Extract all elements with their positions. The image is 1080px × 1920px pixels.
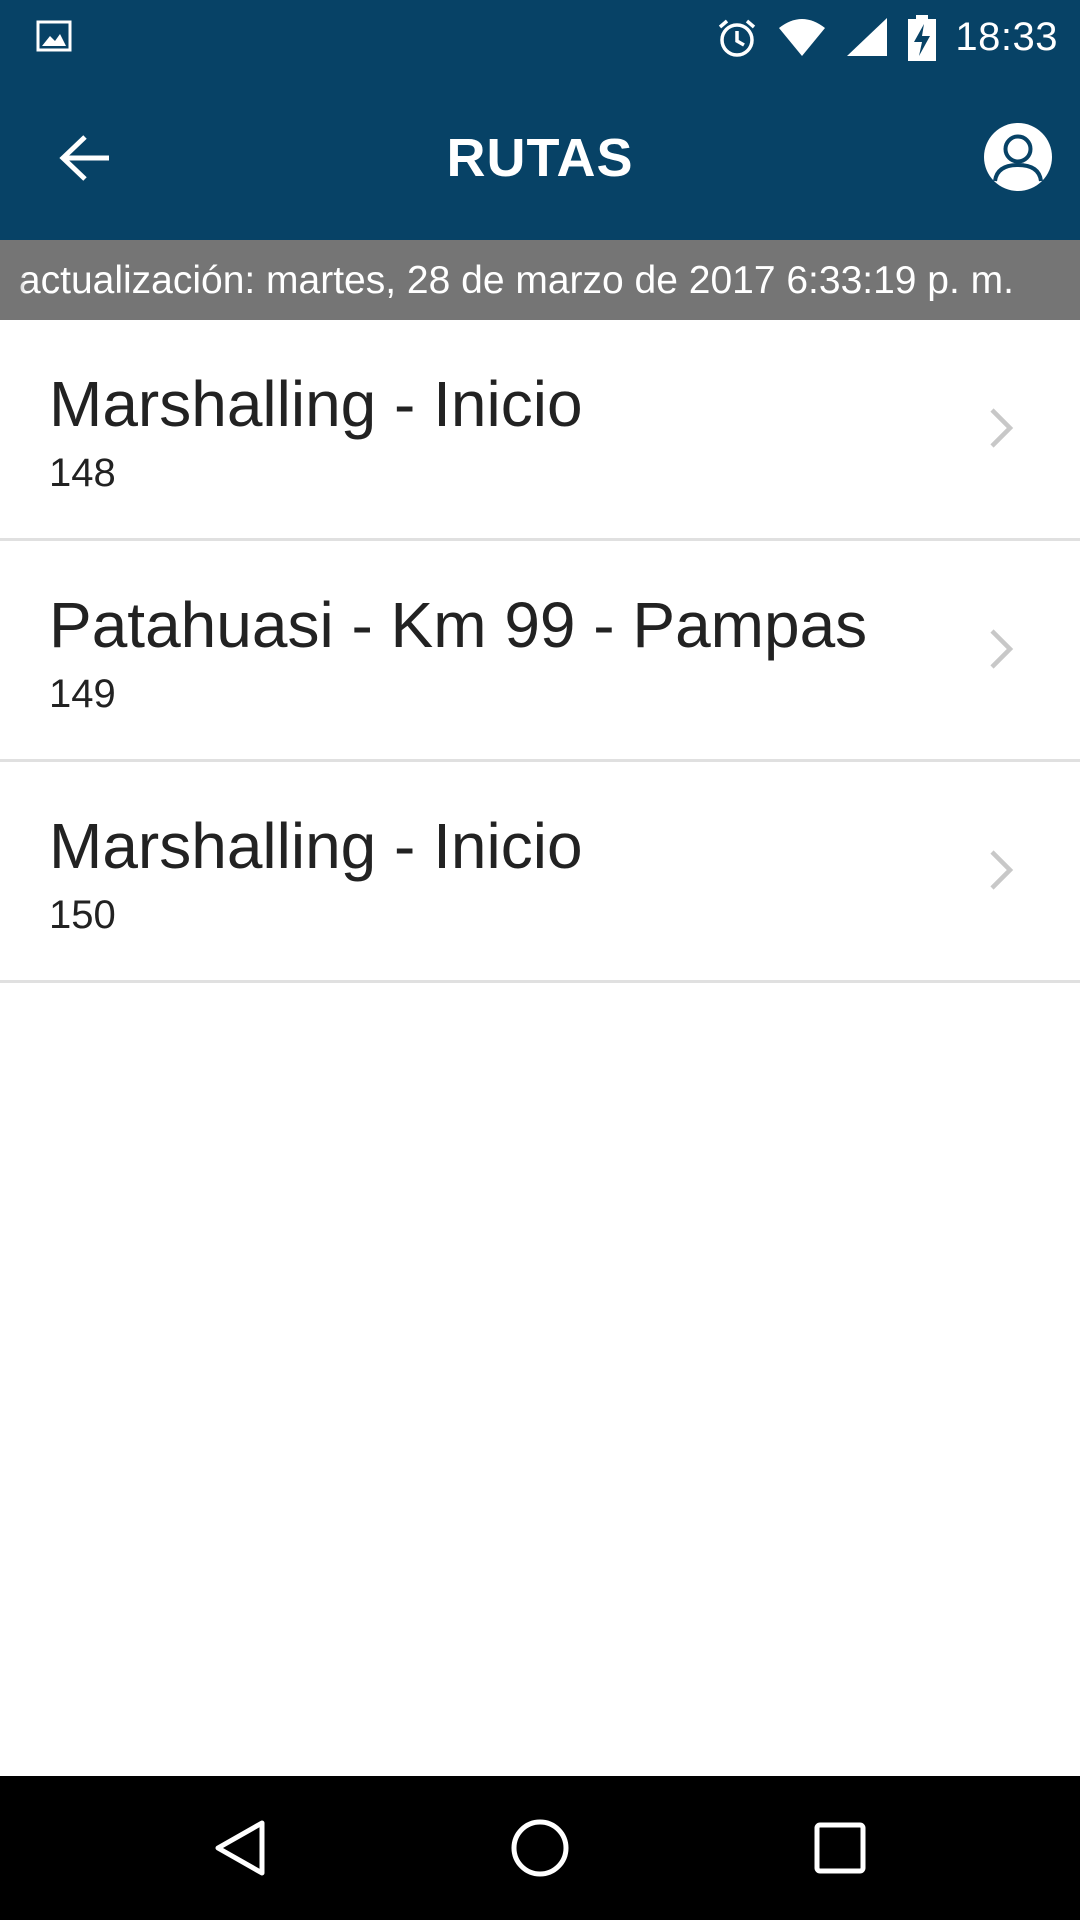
chevron-right-icon — [990, 408, 1014, 448]
last-update-banner: Última actualización: martes, 28 de marz… — [0, 240, 1080, 320]
back-button[interactable] — [40, 120, 130, 195]
battery-charging-icon — [908, 14, 937, 61]
nav-back-button[interactable] — [190, 1798, 290, 1898]
alarm-icon — [719, 19, 756, 57]
route-item[interactable]: Marshalling - Inicio 148 — [0, 320, 1080, 541]
route-number: 149 — [49, 672, 116, 716]
chevron-right-icon — [990, 629, 1014, 669]
last-update-text: Última actualización: martes, 28 de marz… — [0, 259, 1014, 302]
route-number: 150 — [49, 893, 116, 937]
route-item[interactable]: Marshalling - Inicio 150 — [0, 762, 1080, 983]
nav-recents-button[interactable] — [790, 1798, 890, 1898]
route-name: Marshalling - Inicio — [49, 810, 583, 882]
signal-icon — [847, 17, 888, 56]
screen: 18:33 RUTAS Última actualización: martes… — [0, 0, 1080, 1920]
account-circle-icon — [984, 123, 1052, 191]
route-item[interactable]: Patahuasi - Km 99 - Pampas 149 — [0, 541, 1080, 762]
route-name: Patahuasi - Km 99 - Pampas — [49, 589, 868, 661]
nav-home-icon — [511, 1819, 569, 1877]
route-name: Marshalling - Inicio — [49, 368, 583, 440]
navigation-bar — [0, 1776, 1080, 1920]
status-icons: 18:33 — [715, 0, 1058, 75]
arrow-back-icon — [59, 134, 109, 181]
page-title: RUTAS — [446, 127, 634, 188]
nav-home-button[interactable] — [490, 1798, 590, 1898]
nav-back-icon — [215, 1820, 265, 1876]
banner-fade — [0, 240, 26, 320]
chevron-right-icon — [990, 850, 1014, 890]
nav-recents-icon — [814, 1822, 866, 1874]
app-bar: RUTAS — [0, 75, 1080, 240]
route-list: Marshalling - Inicio 148 Patahuasi - Km … — [0, 320, 1080, 983]
wifi-icon — [779, 18, 826, 56]
status-bar: 18:33 — [0, 0, 1080, 75]
status-time: 18:33 — [955, 15, 1058, 59]
gallery-icon — [36, 20, 72, 52]
profile-button[interactable] — [982, 121, 1054, 193]
route-number: 148 — [49, 451, 116, 495]
